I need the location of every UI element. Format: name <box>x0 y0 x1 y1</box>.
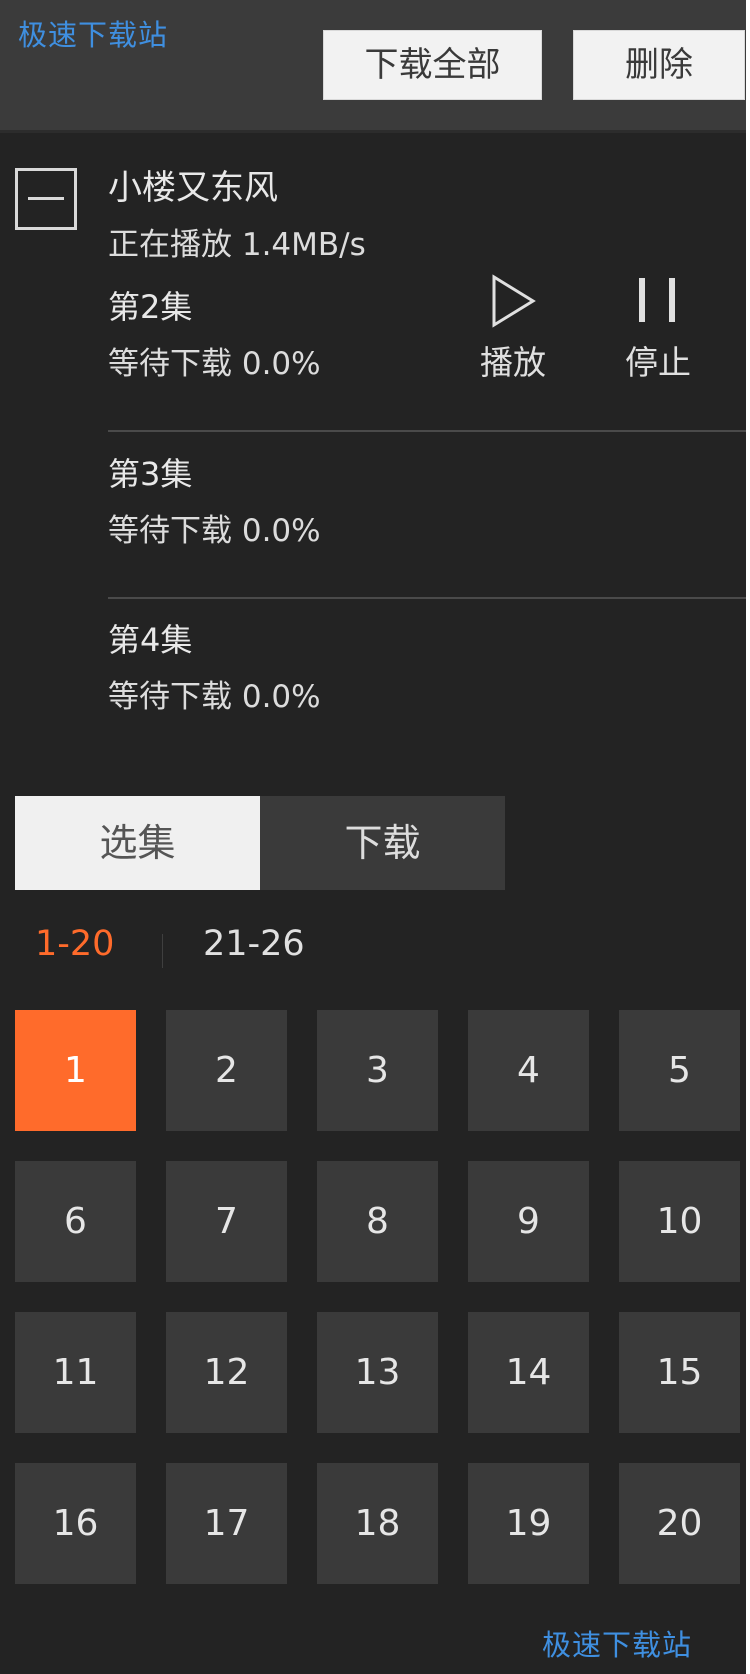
tab-episodes[interactable]: 选集 <box>15 796 260 890</box>
download-item-status: 等待下载 0.0% <box>108 513 321 549</box>
play-button[interactable]: 播放 <box>468 272 558 384</box>
pause-icon <box>639 278 675 322</box>
episode-button[interactable]: 7 <box>166 1161 287 1282</box>
episode-button[interactable]: 10 <box>619 1161 740 1282</box>
app-window: 极速下载站 下载全部 删除 小楼又东风 正在播放 1.4MB/s 第2集 等待下… <box>0 0 750 1674</box>
episode-button[interactable]: 19 <box>468 1463 589 1584</box>
range-separator <box>162 934 163 968</box>
watermark-bottom: 极速下载站 <box>541 1628 692 1662</box>
episode-button[interactable]: 14 <box>468 1312 589 1433</box>
collapse-minus-icon[interactable] <box>15 168 77 230</box>
tab-download[interactable]: 下载 <box>260 796 505 890</box>
range-tab-1-20[interactable]: 1-20 <box>35 924 114 964</box>
download-item-title: 第3集 <box>108 455 193 493</box>
series-status: 正在播放 1.4MB/s <box>108 227 366 263</box>
watermark-top: 极速下载站 <box>18 18 169 52</box>
episode-button[interactable]: 11 <box>15 1312 136 1433</box>
episode-button[interactable]: 12 <box>166 1312 287 1433</box>
download-item-title: 第4集 <box>108 621 193 659</box>
play-icon <box>492 274 536 328</box>
episode-button[interactable]: 16 <box>15 1463 136 1584</box>
episode-button[interactable]: 17 <box>166 1463 287 1584</box>
toolbar: 极速下载站 下载全部 删除 <box>0 0 746 133</box>
episode-button[interactable]: 9 <box>468 1161 589 1282</box>
play-label: 播放 <box>480 343 546 382</box>
episode-button[interactable]: 8 <box>317 1161 438 1282</box>
episode-button[interactable]: 1 <box>15 1010 136 1131</box>
episode-button[interactable]: 13 <box>317 1312 438 1433</box>
divider <box>108 597 746 599</box>
download-item-title: 第2集 <box>108 288 193 326</box>
download-item-status: 等待下载 0.0% <box>108 346 321 382</box>
episode-button[interactable]: 4 <box>468 1010 589 1131</box>
download-item-status: 等待下载 0.0% <box>108 679 321 715</box>
episode-button[interactable]: 2 <box>166 1010 287 1131</box>
series-title: 小楼又东风 <box>108 168 278 208</box>
range-tab-21-26[interactable]: 21-26 <box>203 924 305 964</box>
stop-button[interactable]: 停止 <box>613 272 703 384</box>
delete-button[interactable]: 删除 <box>573 30 745 100</box>
download-item: 第2集 等待下载 0.0% 播放 停止 <box>108 274 746 432</box>
episode-button[interactable]: 6 <box>15 1161 136 1282</box>
download-all-button[interactable]: 下载全部 <box>323 30 542 100</box>
episode-button[interactable]: 15 <box>619 1312 740 1433</box>
stop-label: 停止 <box>625 343 691 382</box>
episode-button[interactable]: 18 <box>317 1463 438 1584</box>
episode-button[interactable]: 5 <box>619 1010 740 1131</box>
episode-button[interactable]: 20 <box>619 1463 740 1584</box>
divider <box>108 430 746 432</box>
tab-bar: 选集 下载 <box>15 796 505 890</box>
episode-button[interactable]: 3 <box>317 1010 438 1131</box>
download-item: 第3集 等待下载 0.0% <box>108 449 746 599</box>
download-item: 第4集 等待下载 0.0% <box>108 615 746 765</box>
